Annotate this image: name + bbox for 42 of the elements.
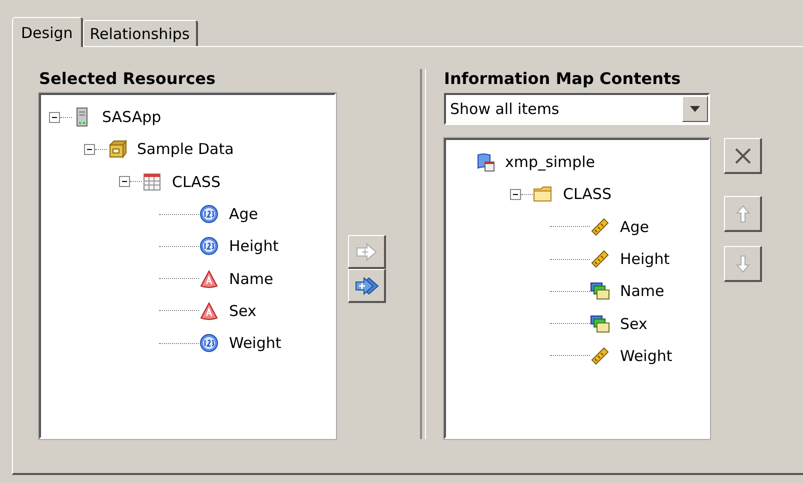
tree-item[interactable]: Name: [229, 270, 274, 288]
tree-item[interactable]: Height: [620, 250, 670, 268]
tree-item[interactable]: Weight: [229, 334, 282, 352]
add-all-button[interactable]: [348, 269, 386, 303]
section-title: Selected Resources: [39, 69, 217, 90]
dropdown-arrow-icon: [690, 106, 700, 112]
filter-dropdown[interactable]: Show all items: [444, 93, 710, 125]
tree-item[interactable]: Weight: [620, 346, 672, 365]
triangle-icon: [199, 268, 219, 289]
ruler-icon: [590, 249, 610, 270]
tree-item[interactable]: CLASS: [172, 172, 220, 191]
tree-item[interactable]: xmp_simple: [505, 153, 596, 172]
tree-item[interactable]: Age: [229, 205, 258, 224]
ruler-icon: [590, 216, 610, 237]
tree-item[interactable]: Sex: [620, 314, 648, 333]
tree-item[interactable]: Age: [620, 218, 650, 236]
tab[interactable]: Design: [12, 17, 83, 47]
stacked-cards-icon: [590, 281, 610, 302]
tree-item[interactable]: CLASS: [563, 185, 612, 204]
collapse-toggle[interactable]: [49, 112, 60, 123]
stacked-cards-icon: [590, 314, 610, 334]
box-icon: [107, 139, 127, 160]
tree-item[interactable]: SASApp: [102, 108, 162, 126]
double-arrow-icon: [354, 276, 380, 296]
triangle-icon: [199, 300, 219, 321]
plus-arrow-icon: [354, 242, 380, 262]
collapse-toggle[interactable]: [84, 144, 95, 155]
tree-item[interactable]: Name: [620, 282, 664, 300]
tree-item[interactable]: Sex: [229, 302, 256, 320]
number-icon: [199, 333, 219, 354]
number-icon: [199, 204, 219, 224]
close-icon: [732, 146, 752, 166]
tab[interactable]: Relationships: [82, 20, 198, 46]
section-title: Information Map Contents: [444, 69, 682, 90]
map-scroll-icon: [475, 152, 495, 172]
number-icon: [199, 236, 219, 256]
tree-item[interactable]: Sample Data: [137, 140, 234, 158]
tree-item[interactable]: Height: [229, 237, 279, 256]
collapse-toggle[interactable]: [510, 188, 521, 200]
collapse-toggle[interactable]: [119, 176, 130, 188]
ruler-icon: [590, 346, 610, 366]
delete-button[interactable]: [724, 138, 762, 174]
